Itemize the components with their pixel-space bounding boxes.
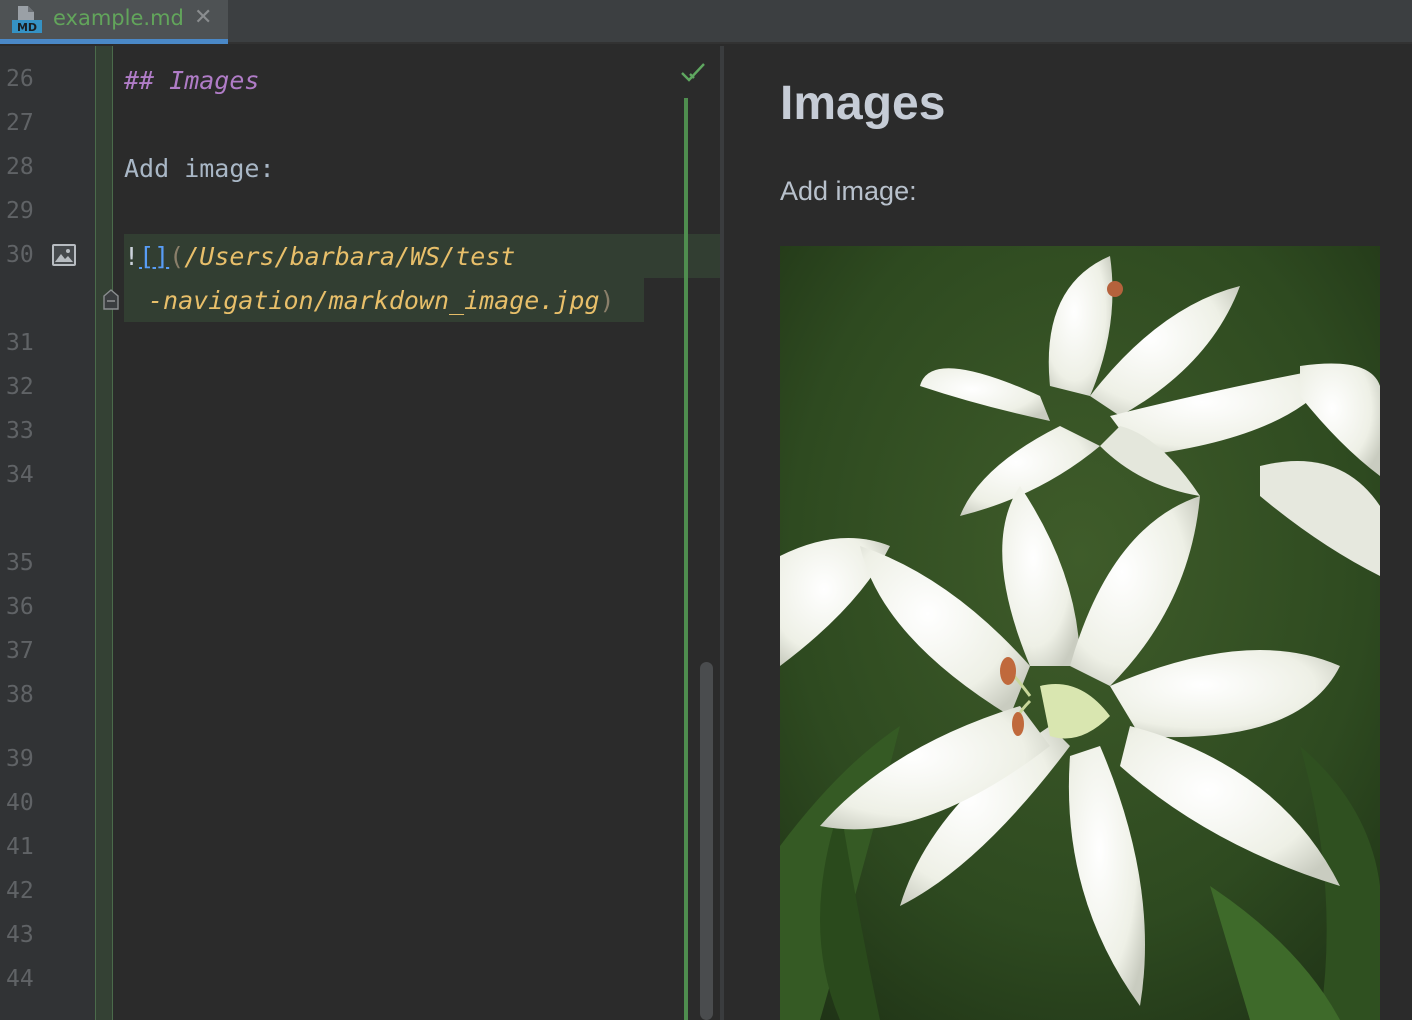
- line-number: 30: [6, 242, 34, 268]
- markdown-file-icon: MD: [12, 6, 42, 34]
- close-paren: ): [599, 286, 615, 315]
- line-number: 37: [6, 638, 34, 664]
- code-line-add-image[interactable]: Add image:: [124, 154, 275, 183]
- line-number: 29: [6, 198, 34, 224]
- image-preview-icon[interactable]: [52, 244, 76, 266]
- code-line-image-link[interactable]: ![](/Users/barbara/WS/test: [124, 242, 515, 271]
- preview-heading: Images: [780, 77, 946, 130]
- line-number: 44: [6, 966, 34, 992]
- line-number: 28: [6, 154, 34, 180]
- line-number: 41: [6, 834, 34, 860]
- change-marker-strip: [95, 46, 113, 1020]
- markdown-preview: Images Add image:: [724, 46, 1412, 1020]
- line-number: 35: [6, 550, 34, 576]
- open-paren: (: [169, 242, 185, 271]
- line-number: 31: [6, 330, 34, 356]
- line-number: 42: [6, 878, 34, 904]
- image-alt-brackets: []: [139, 242, 170, 271]
- line-number: 36: [6, 594, 34, 620]
- line-number: 43: [6, 922, 34, 948]
- line-number: 33: [6, 418, 34, 444]
- code-line-image-link-wrap[interactable]: -navigation/markdown_image.jpg): [148, 286, 615, 315]
- line-number-gutter: [0, 46, 95, 1020]
- image-bang: !: [124, 242, 140, 271]
- line-number: 40: [6, 790, 34, 816]
- line-number: 26: [6, 66, 34, 92]
- line-number: 38: [6, 682, 34, 708]
- check-icon[interactable]: [680, 60, 708, 86]
- markdown-badge-text: MD: [17, 21, 37, 34]
- tab-label: example.md: [53, 6, 184, 30]
- editor-scrollbar[interactable]: [700, 662, 713, 1020]
- tab-example-md[interactable]: MD example.md ✕: [0, 0, 228, 44]
- editor-tab-bar: MD example.md ✕: [0, 0, 1412, 44]
- white-lily-flower-image: [780, 246, 1380, 1020]
- preview-paragraph: Add image:: [780, 176, 917, 206]
- close-icon[interactable]: ✕: [194, 6, 212, 30]
- image-path-part2: -navigation/markdown_image.jpg: [148, 286, 600, 315]
- image-path-part1: /Users/barbara/WS/test: [184, 242, 516, 271]
- markdown-editor[interactable]: 26 27 28 29 30 31 32 33 34 35 36 37 38 39 40 41 42 43 44 #…: [0, 46, 720, 1020]
- code-line-heading[interactable]: ## Images: [124, 66, 259, 95]
- fold-icon[interactable]: [102, 288, 120, 312]
- line-number: 27: [6, 110, 34, 136]
- line-number: 32: [6, 374, 34, 400]
- line-number: 39: [6, 746, 34, 772]
- line-number: 34: [6, 462, 34, 488]
- vcs-change-bar: [684, 98, 688, 1020]
